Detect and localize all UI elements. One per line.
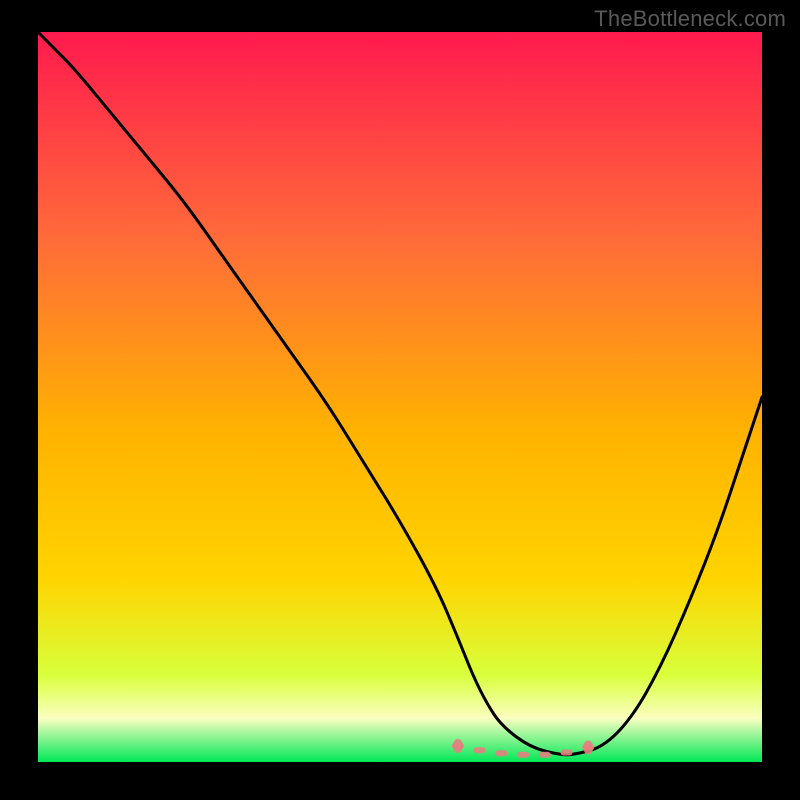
optimal-marker-end: [453, 739, 463, 753]
optimal-marker: [539, 752, 551, 758]
plot-area-gradient: [38, 32, 762, 762]
chart-svg: [0, 0, 800, 800]
optimal-marker: [517, 752, 529, 758]
chart-stage: TheBottleneck.com: [0, 0, 800, 800]
optimal-marker: [474, 747, 486, 753]
watermark-text: TheBottleneck.com: [594, 6, 786, 32]
optimal-marker-end: [583, 740, 593, 754]
optimal-marker: [561, 750, 573, 756]
optimal-marker: [495, 750, 507, 756]
